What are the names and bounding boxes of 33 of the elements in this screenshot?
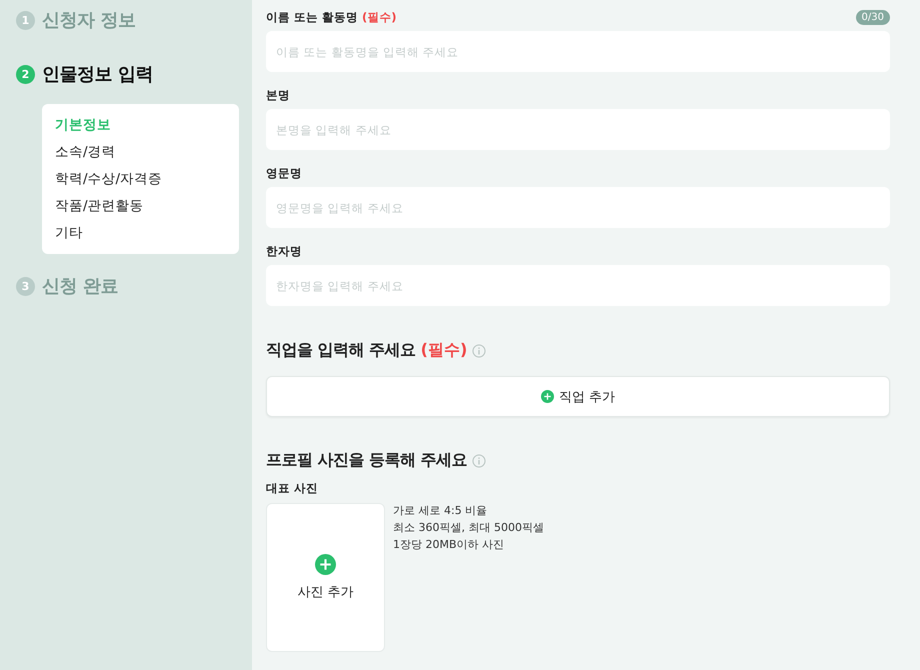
input-field[interactable]: 한자명을 입력해 주세요 [266, 265, 890, 306]
submenu-item[interactable]: 학력/수상/자격증 [55, 168, 162, 190]
required-mark: (필수) [362, 10, 397, 24]
submenu-item[interactable]: 작품/관련활동 [55, 195, 144, 217]
input-field[interactable]: 본명을 입력해 주세요 [266, 109, 890, 150]
field-label: 한자명 [266, 244, 302, 258]
submenu-item[interactable]: 기타 [55, 222, 83, 244]
photo-subtitle: 대표 사진 [266, 481, 318, 496]
info-icon[interactable] [472, 344, 486, 358]
step-title: 신청 완료 [42, 275, 118, 298]
section-title: 프로필 사진을 등록해 주세요 [266, 450, 468, 471]
field-label: 본명 [266, 88, 290, 102]
plus-icon [315, 554, 336, 575]
submenu-item[interactable]: 소속/경력 [55, 141, 116, 163]
photo-requirement: 최소 360픽셀, 최대 5000픽셀 [393, 520, 544, 535]
step-number: 2 [16, 64, 35, 84]
add-job-button[interactable]: 직업 추가 [266, 376, 890, 417]
step-number: 1 [16, 10, 35, 30]
input-field[interactable]: 영문명을 입력해 주세요 [266, 187, 890, 228]
required-mark: (필수) [420, 340, 468, 361]
add-photo-button[interactable]: 사진 추가 [266, 503, 385, 652]
step-title: 인물정보 입력 [42, 63, 153, 86]
section-title: 직업을 입력해 주세요 [266, 340, 416, 361]
step-title: 신청자 정보 [42, 9, 136, 32]
step-number: 3 [16, 276, 35, 296]
character-counter: 0/30 [856, 10, 890, 24]
photo-requirement: 가로 세로 4:5 비율 [393, 503, 488, 518]
field-label: 이름 또는 활동명 [266, 10, 358, 24]
field-label: 영문명 [266, 166, 302, 180]
photo-requirement: 1장당 20MB이하 사진 [393, 537, 506, 552]
plus-icon [540, 390, 554, 403]
input-field[interactable]: 이름 또는 활동명을 입력해 주세요 [266, 31, 890, 72]
info-icon[interactable] [472, 454, 486, 468]
